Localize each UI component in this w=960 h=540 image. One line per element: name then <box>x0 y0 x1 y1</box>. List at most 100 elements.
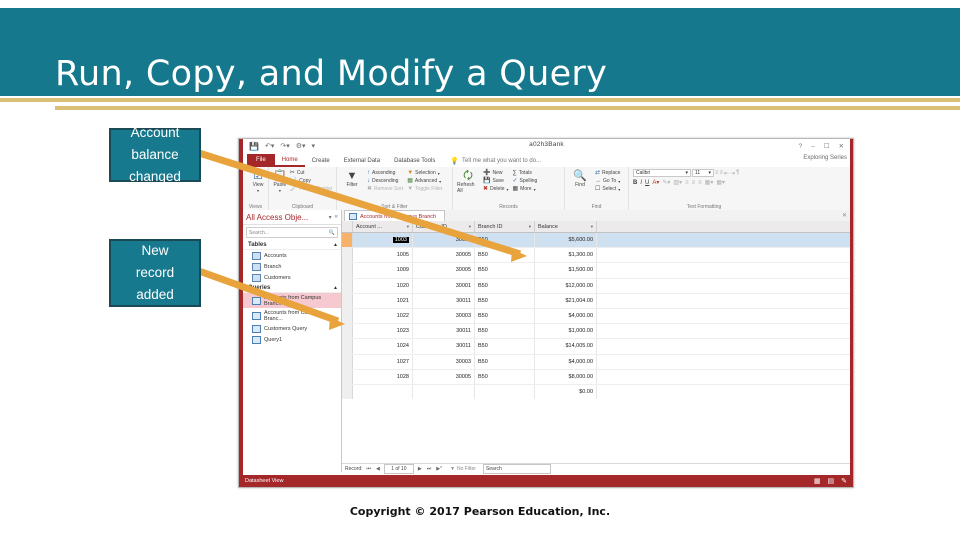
tab-file[interactable]: File <box>247 154 275 167</box>
paste-dropdown-icon[interactable]: ▾ <box>279 188 281 193</box>
nav-group-queries[interactable]: Queries ▲ <box>243 283 341 293</box>
restore-icon[interactable]: ☐ <box>824 142 830 150</box>
close-document-icon[interactable]: ✕ <box>842 212 847 219</box>
cell-branch-id[interactable]: B50 <box>475 324 535 339</box>
row-selector[interactable] <box>342 263 353 278</box>
cell-customer-id[interactable]: 30011 <box>413 324 475 339</box>
toggle-filter-button[interactable]: ▼ Toggle Filter <box>407 186 442 193</box>
row-selector[interactable] <box>342 308 353 324</box>
decrease-indent-icon[interactable]: ⇤ <box>724 170 729 177</box>
cell-branch-id[interactable]: B50 <box>475 339 535 354</box>
cell-branch-id[interactable]: B50 <box>475 263 535 278</box>
datasheet-format-icon[interactable]: ▦▾ <box>705 179 714 186</box>
tab-home[interactable]: Home <box>274 155 305 167</box>
nav-item-accounts[interactable]: Accounts <box>243 250 341 261</box>
navigation-pane-menu-icon[interactable]: ▾ <box>329 214 332 221</box>
navigation-search-input[interactable]: Search... 🔍 <box>246 227 338 238</box>
align-left-icon[interactable]: ≡ <box>685 180 689 186</box>
navigation-pane-collapse-icon[interactable]: « <box>335 214 338 221</box>
help-icon[interactable]: ? <box>798 143 802 150</box>
align-right-icon[interactable]: ≡ <box>698 180 702 186</box>
selection-dropdown-icon[interactable]: ▾ <box>438 170 440 177</box>
row-selector[interactable] <box>342 369 353 384</box>
next-record-button[interactable]: ▶ <box>417 466 423 472</box>
sort-descending-button[interactable]: ↓ Descending <box>367 178 403 185</box>
advanced-dropdown-icon[interactable]: ▾ <box>439 178 441 185</box>
new-record-nav-button[interactable]: ▶* <box>435 466 443 472</box>
chevron-down-icon[interactable]: ▾ <box>529 224 531 230</box>
cell-branch-id[interactable]: B50 <box>475 354 535 369</box>
select-button[interactable]: ☐ Select ▾ <box>595 186 620 193</box>
cell-balance[interactable]: $1,500.00 <box>535 263 597 278</box>
cell-branch-id[interactable]: B50 <box>475 278 535 293</box>
cell-customer-id[interactable]: 30005 <box>413 369 475 384</box>
numbered-list-icon[interactable]: ≡ <box>720 170 724 176</box>
italic-icon[interactable]: I <box>640 180 642 186</box>
table-row[interactable]: 1028 30005 B50 $8,000.00 <box>342 369 850 385</box>
copy-button[interactable]: 📄 Copy <box>290 178 333 185</box>
tab-external-data[interactable]: External Data <box>337 156 387 166</box>
table-row[interactable]: 1024 30011 B50 $14,005.00 <box>342 339 850 355</box>
refresh-all-button[interactable]: 🗘 Refresh All <box>457 169 479 194</box>
nav-item-accounts-from-campus-branch[interactable]: Accounts from Campus Branch <box>243 293 341 308</box>
selection-button[interactable]: ▼ Selection ▾ <box>407 170 442 177</box>
row-selector[interactable] <box>342 233 353 248</box>
bullet-list-icon[interactable]: ≡ <box>715 170 719 176</box>
row-selector[interactable] <box>342 339 353 354</box>
underline-icon[interactable]: U <box>645 180 649 186</box>
font-name-select[interactable]: Calibri ▾ <box>633 169 691 177</box>
highlight-color-icon[interactable]: ✎▾ <box>662 179 670 186</box>
bold-icon[interactable]: B <box>633 180 637 186</box>
cell-account-id[interactable]: 1028 <box>353 369 413 384</box>
spelling-button[interactable]: ✓ Spelling <box>513 178 538 185</box>
font-color-icon[interactable]: A▾ <box>652 179 659 186</box>
find-button[interactable]: 🔍 Find <box>569 169 591 193</box>
row-selector[interactable] <box>342 293 353 308</box>
chevron-down-icon[interactable]: ▾ <box>469 224 471 230</box>
advanced-button[interactable]: ▦ Advanced ▾ <box>407 178 442 185</box>
cell-account-id[interactable]: 1021 <box>353 293 413 308</box>
cell-balance-new[interactable]: $0.00 <box>535 384 597 400</box>
column-header-branch-id[interactable]: Branch ID ▾ <box>475 221 535 232</box>
cell-balance[interactable]: $1,000.00 <box>535 324 597 339</box>
last-record-button[interactable]: ⏭ <box>426 466 433 472</box>
tab-database-tools[interactable]: Database Tools <box>387 156 442 166</box>
sort-ascending-button[interactable]: ↑ Ascending <box>367 170 403 177</box>
record-position-input[interactable]: 1 of 10 <box>383 464 414 474</box>
new-record-row[interactable]: $0.00 <box>342 384 850 400</box>
select-dropdown-icon[interactable]: ▾ <box>618 186 620 193</box>
row-selector[interactable] <box>342 278 353 293</box>
cell-balance[interactable]: $21,004.00 <box>535 293 597 308</box>
cell-account-id[interactable]: 1022 <box>353 308 413 324</box>
replace-button[interactable]: ⇄ Replace <box>595 170 620 177</box>
cell-customer-id[interactable]: 30003 <box>413 308 475 324</box>
column-header-balance[interactable]: Balance ▾ <box>535 221 597 232</box>
cut-button[interactable]: ✂ Cut <box>290 170 333 177</box>
align-center-icon[interactable]: ≡ <box>692 180 696 186</box>
cell-branch-id[interactable]: B50 <box>475 369 535 384</box>
design-view-icon[interactable]: ✎ <box>841 477 847 485</box>
font-size-select[interactable]: 11 ▾ <box>692 169 714 177</box>
chevron-collapse-icon[interactable]: ▲ <box>333 285 338 291</box>
text-direction-icon[interactable]: ¶ <box>736 170 739 176</box>
cell-branch-id[interactable]: B50 <box>475 248 535 263</box>
column-header-customer-id[interactable]: Customer ID ▾ <box>413 221 475 232</box>
table-row[interactable]: 1005 30005 B50 $1,300.00 <box>342 248 850 264</box>
tell-me-search[interactable]: 💡 Tell me what you want to do... <box>450 157 541 165</box>
paste-button[interactable]: 📋 Paste ▾ <box>273 169 287 193</box>
cell-balance[interactable]: $1,300.00 <box>535 248 597 263</box>
filter-status[interactable]: ▼ No Filter <box>450 466 476 472</box>
table-row[interactable]: 1022 30003 B50 $4,000.00 <box>342 308 850 325</box>
goto-button[interactable]: → Go To ▾ <box>595 178 620 185</box>
delete-record-button[interactable]: ✖ Delete ▾ <box>483 186 509 193</box>
nav-group-tables[interactable]: Tables ▲ <box>243 240 341 250</box>
cell-customer-id[interactable]: 30010 <box>413 233 475 248</box>
previous-record-button[interactable]: ◀ <box>375 466 381 472</box>
cell-branch-id[interactable]: B50 <box>475 308 535 324</box>
record-search-input[interactable]: Search <box>482 464 551 474</box>
nav-item-customers[interactable]: Customers <box>243 272 341 283</box>
format-painter-button[interactable]: 🖌 Format Painter <box>290 186 333 193</box>
first-record-button[interactable]: ⏮ <box>366 466 373 472</box>
table-row[interactable]: 1009 30005 B50 $1,500.00 <box>342 263 850 279</box>
gridlines-icon[interactable]: ▦▾ <box>716 179 725 186</box>
